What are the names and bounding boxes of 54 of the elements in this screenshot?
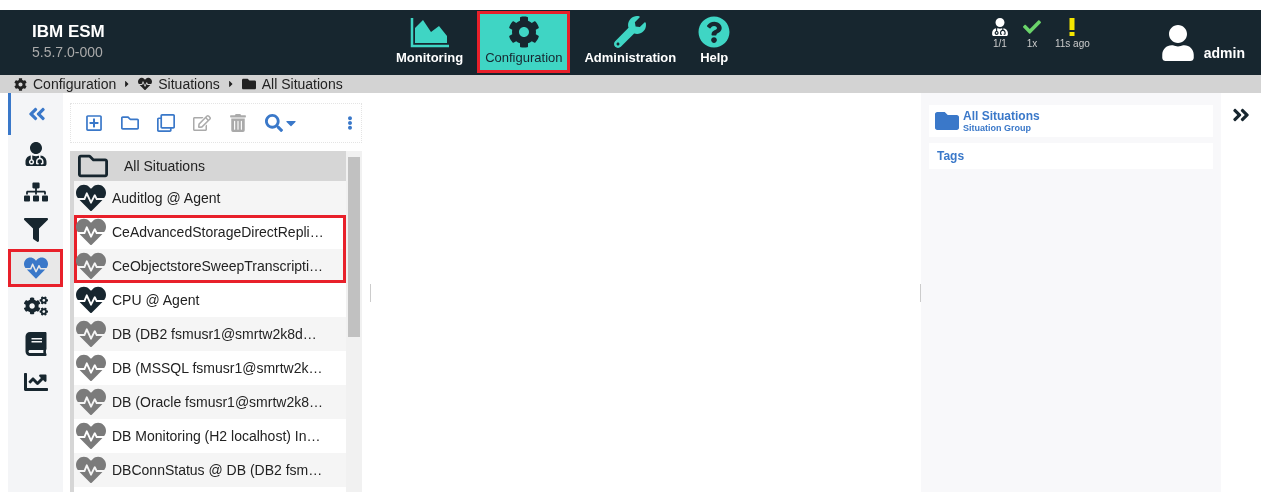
- breadcrumb-link[interactable]: Situations: [158, 76, 220, 92]
- app-version: 5.5.7.0-000: [32, 44, 104, 60]
- details-subtitle: Situation Group: [963, 123, 1032, 133]
- gear-icon: [14, 77, 27, 91]
- book-icon: [23, 332, 48, 356]
- gears-icon: [23, 294, 48, 318]
- add-button[interactable]: [85, 114, 103, 132]
- user-avatar-icon[interactable]: [1159, 25, 1196, 61]
- doctor-icon: [23, 142, 48, 166]
- app-title: IBM ESM: [32, 22, 106, 42]
- gear-icon: [507, 16, 540, 48]
- nav-tab[interactable]: Configuration: [479, 13, 569, 71]
- breadcrumb-link[interactable]: All Situations: [261, 76, 343, 92]
- tree-item[interactable]: CeObjectstoreSweepTranscripti…: [74, 249, 346, 283]
- scrollbar[interactable]: [346, 151, 362, 492]
- user-name[interactable]: admin: [1203, 45, 1245, 61]
- wrench-icon: [614, 16, 647, 48]
- folder-icon: [241, 77, 256, 91]
- heartbeat-icon: [138, 77, 153, 91]
- tree-item[interactable]: DB (DB2 fsmusr1@smrtw2k8d…: [74, 317, 346, 351]
- exclamation-icon: [1069, 18, 1076, 36]
- area-chart-icon: [408, 16, 451, 48]
- folder-icon: [935, 109, 959, 133]
- heartbeat-icon: [23, 256, 48, 280]
- copy-button[interactable]: [157, 114, 175, 132]
- nav-tab[interactable]: Administration: [578, 13, 683, 71]
- nav-tab[interactable]: Monitoring: [390, 13, 470, 71]
- tree-item[interactable]: Auditlog @ Agent: [74, 181, 346, 215]
- tree-item[interactable]: CeAdvancedStorageDirectRepli…: [74, 215, 346, 249]
- status-text: 1x: [1026, 38, 1038, 49]
- search-icon: [265, 114, 283, 132]
- breadcrumb-link[interactable]: Configuration: [33, 76, 117, 92]
- details-title: All Situations: [963, 109, 1040, 123]
- doctor-icon: [990, 18, 1009, 36]
- edit-icon: [193, 114, 211, 132]
- tree-root-label: All Situations: [124, 158, 205, 174]
- folder-icon: [121, 114, 139, 132]
- status-text: 11s ago: [1054, 38, 1090, 49]
- add-icon: [85, 114, 103, 132]
- help-icon: [698, 16, 731, 48]
- filter-icon: [23, 218, 48, 242]
- hierarchy-icon: [23, 180, 48, 204]
- tree-item[interactable]: DBConnStatus @ DB (DB2 fsm…: [74, 453, 346, 487]
- line-chart-icon: [23, 370, 48, 394]
- tree-root-row[interactable]: All Situations: [74, 151, 346, 181]
- new-folder-button[interactable]: [121, 114, 139, 132]
- check-icon: [1022, 18, 1041, 36]
- copy-icon: [157, 114, 175, 132]
- search-button[interactable]: [265, 114, 299, 132]
- tree-item[interactable]: DB (Oracle fsmusr1@smrtw2k8…: [74, 385, 346, 419]
- trash-icon: [229, 114, 247, 132]
- nav-tab[interactable]: Help: [692, 13, 737, 71]
- status-text: 1/1: [992, 38, 1007, 49]
- tags-label: Tags: [929, 143, 1213, 169]
